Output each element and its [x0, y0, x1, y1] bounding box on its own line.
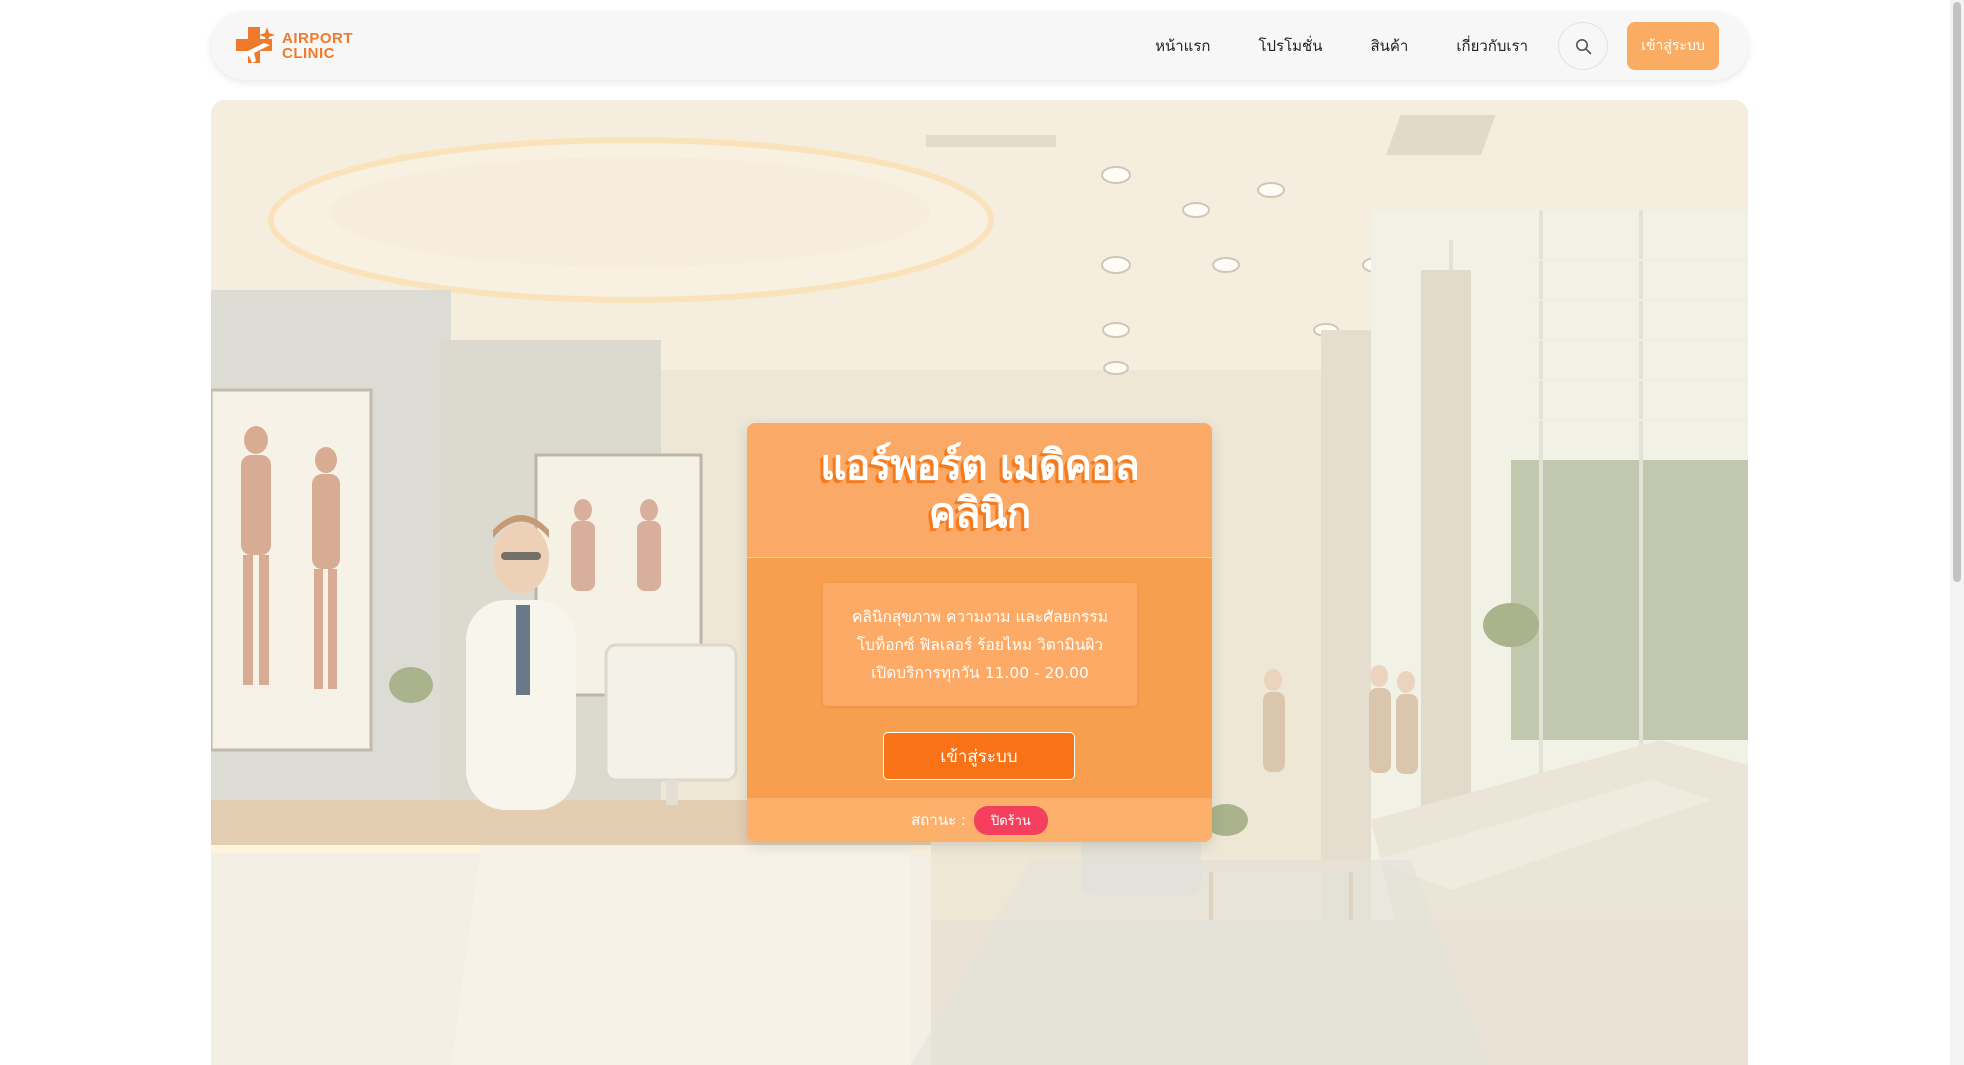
clinic-info-box: คลินิกสุขภาพ ความงาม และศัลยกรรม โบท็อกซ…	[823, 583, 1137, 706]
nav-item-about[interactable]: เกี่ยวกับเรา	[1456, 34, 1528, 58]
page-scrollbar-thumb[interactable]	[1953, 2, 1961, 582]
clinic-title: แอร์พอร์ต เมดิคอล คลินิก	[747, 441, 1212, 537]
clinic-info-card: แอร์พอร์ต เมดิคอล คลินิก คลินิกสุขภาพ คว…	[747, 423, 1212, 842]
clinic-title-line-2: คลินิก	[928, 489, 1031, 537]
login-button-card[interactable]: เข้าสู่ระบบ	[883, 732, 1075, 780]
logo-line-airport: AIRPORT	[282, 30, 353, 47]
nav-item-home[interactable]: หน้าแรก	[1155, 34, 1210, 58]
logo-line-clinic: CLINIC	[282, 45, 335, 62]
info-services: คลินิกสุขภาพ ความงาม และศัลยกรรม	[852, 607, 1108, 626]
top-navbar: AIRPORT CLINIC หน้าแรก โปรโมชั่น สินค้า …	[211, 12, 1748, 80]
nav-item-promotions[interactable]: โปรโมชั่น	[1258, 34, 1322, 58]
status-label: สถานะ :	[911, 811, 966, 829]
info-treatments: โบท็อกซ์ ฟิลเลอร์ ร้อยไหม วิตามินผิว	[856, 635, 1104, 654]
airport-clinic-logo[interactable]: AIRPORT CLINIC	[234, 25, 353, 67]
nav-item-products[interactable]: สินค้า	[1370, 34, 1408, 58]
store-status: สถานะ : ปิดร้าน	[747, 805, 1212, 835]
medical-cross-plane-icon	[236, 27, 275, 63]
status-badge: ปิดร้าน	[973, 805, 1048, 835]
search-icon	[1575, 38, 1591, 54]
info-hours: เปิดบริการทุกวัน 11.00 - 20.00	[871, 663, 1089, 682]
search-button[interactable]	[1558, 22, 1608, 70]
logo-wordmark: AIRPORT CLINIC	[282, 31, 353, 61]
login-button-nav[interactable]: เข้าสู่ระบบ	[1627, 22, 1719, 70]
clinic-title-line-1: แอร์พอร์ต เมดิคอล	[820, 441, 1139, 489]
nav-menu: หน้าแรก โปรโมชั่น สินค้า เกี่ยวกับเรา	[1155, 12, 1528, 80]
